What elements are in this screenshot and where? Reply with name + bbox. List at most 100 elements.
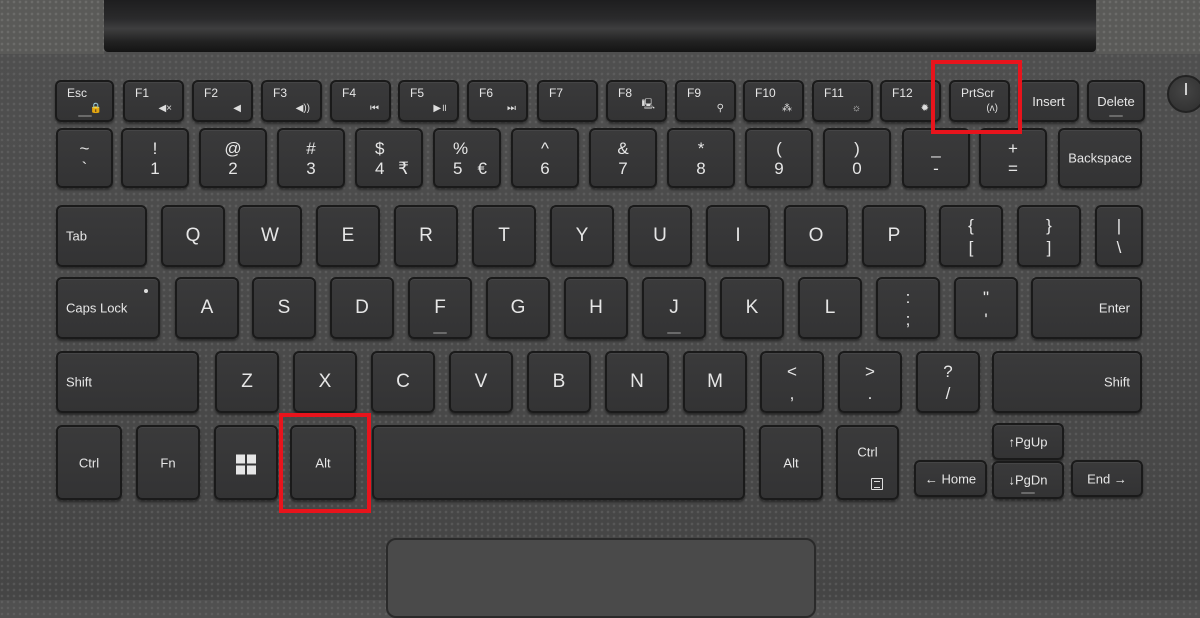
key-comma[interactable]: <, (760, 351, 824, 413)
key-label: F3 (273, 86, 288, 100)
f3-secondary-icon: ◀)) (295, 103, 310, 114)
key-shift-label: * (697, 139, 705, 158)
prtscr-highlight (931, 60, 1022, 134)
key-0[interactable]: ) 0 (823, 128, 891, 188)
key-page-down[interactable]: ↓PgDn (992, 461, 1064, 499)
key-quote[interactable]: " ' (954, 277, 1018, 339)
laptop-hinge (104, 0, 1096, 52)
key-h[interactable]: H (564, 277, 628, 339)
key-label: Caps Lock (66, 300, 128, 316)
key-label: V (474, 371, 488, 392)
key-f4[interactable]: F4 ⏮ (330, 80, 391, 122)
key-a[interactable]: A (175, 277, 239, 339)
key-u[interactable]: U (628, 205, 692, 267)
key-p[interactable]: P (862, 205, 926, 267)
key-t[interactable]: T (472, 205, 536, 267)
key-8[interactable]: * 8 (667, 128, 735, 188)
key-tab[interactable]: Tab (56, 205, 147, 267)
f1-secondary-icon: ◀× (158, 103, 172, 114)
key-x[interactable]: X (293, 351, 357, 413)
key-right-alt[interactable]: Alt (759, 425, 823, 500)
key-enter[interactable]: Enter (1031, 277, 1142, 339)
key-r[interactable]: R (394, 205, 458, 267)
key-f6[interactable]: F6 ⏭ (467, 80, 528, 122)
key-2[interactable]: @2 (199, 128, 267, 188)
key-w[interactable]: W (238, 205, 302, 267)
key-q[interactable]: Q (161, 205, 225, 267)
key-label: Ctrl (78, 455, 100, 470)
key-label: 6 (540, 159, 550, 178)
key-n[interactable]: N (605, 351, 669, 413)
key-end[interactable]: End → (1071, 460, 1143, 497)
key-home[interactable]: ← Home (914, 460, 987, 497)
key-insert[interactable]: Insert (1018, 80, 1079, 122)
key-right-bracket[interactable]: }] (1017, 205, 1081, 267)
key-3[interactable]: #3 (277, 128, 345, 188)
key-k[interactable]: K (720, 277, 784, 339)
key-m[interactable]: M (683, 351, 747, 413)
key-1[interactable]: ! 1 (121, 128, 189, 188)
key-semicolon[interactable]: :; (876, 277, 940, 339)
key-f10[interactable]: F10 ⁂ (743, 80, 804, 122)
key-fn[interactable]: Fn (136, 425, 200, 500)
key-backspace[interactable]: Backspace (1058, 128, 1142, 188)
key-left-bracket[interactable]: {[ (939, 205, 1003, 267)
key-shift-label: ^ (541, 139, 549, 158)
key-f1[interactable]: F1 ◀× (123, 80, 184, 122)
key-j[interactable]: J (642, 277, 706, 339)
key-windows[interactable] (214, 425, 278, 500)
key-left-ctrl[interactable]: Ctrl (56, 425, 122, 500)
key-f11[interactable]: F11 ☼ (812, 80, 873, 122)
key-label: S (277, 297, 291, 318)
key-right-ctrl[interactable]: Ctrl (836, 425, 899, 500)
key-i[interactable]: I (706, 205, 770, 267)
key-o[interactable]: O (784, 205, 848, 267)
key-d[interactable]: D (330, 277, 394, 339)
key-right-shift[interactable]: Shift (992, 351, 1142, 413)
key-period[interactable]: >. (838, 351, 902, 413)
key-5[interactable]: % 5 € (433, 128, 501, 188)
key-f2[interactable]: F2 ◀ (192, 80, 253, 122)
key-7[interactable]: & 7 (589, 128, 657, 188)
f11-secondary-icon: ☼ (851, 103, 861, 114)
key-caps-lock[interactable]: Caps Lock (56, 277, 160, 339)
key-backtick[interactable]: ~ ` (56, 128, 113, 188)
key-f9[interactable]: F9 ⚲ (675, 80, 736, 122)
key-delete[interactable]: Delete (1087, 80, 1145, 122)
key-s[interactable]: S (252, 277, 316, 339)
key-slash[interactable]: ? / (916, 351, 980, 413)
key-left-shift[interactable]: Shift (56, 351, 199, 413)
key-f7[interactable]: F7 (537, 80, 598, 122)
windows-logo-icon (216, 451, 276, 474)
key-label: 7 (618, 159, 628, 178)
key-label: I (735, 225, 741, 246)
key-9[interactable]: (9 (745, 128, 813, 188)
key-6[interactable]: ^ 6 (511, 128, 579, 188)
key-f[interactable]: F (408, 277, 472, 339)
touchpad[interactable] (386, 538, 816, 618)
key-4[interactable]: $4 ₹ (355, 128, 423, 188)
key-label: / (945, 384, 951, 403)
key-z[interactable]: Z (215, 351, 279, 413)
key-page-up[interactable]: ↑PgUp (992, 423, 1064, 460)
key-backslash[interactable]: | \ (1095, 205, 1143, 267)
key-esc[interactable]: Esc 🔒 (55, 80, 114, 122)
key-label: , (789, 384, 795, 403)
key-v[interactable]: V (449, 351, 513, 413)
power-button[interactable] (1167, 75, 1200, 113)
key-b[interactable]: B (527, 351, 591, 413)
key-spacebar[interactable] (372, 425, 745, 500)
key-e[interactable]: E (316, 205, 380, 267)
key-c[interactable]: C (371, 351, 435, 413)
key-shift-label: ~ (79, 139, 90, 158)
key-f8[interactable]: F8 🖳 (606, 80, 667, 122)
key-blank[interactable]: + = (979, 128, 1047, 188)
key-y[interactable]: Y (550, 205, 614, 267)
key-l[interactable]: L (798, 277, 862, 339)
key-label: M (707, 371, 723, 392)
key-f5[interactable]: F5 ▶॥ (398, 80, 459, 122)
key-shift-label: > (865, 362, 875, 381)
key-f3[interactable]: F3 ◀)) (261, 80, 322, 122)
key-g[interactable]: G (486, 277, 550, 339)
key-blank[interactable]: _ - (902, 128, 970, 188)
